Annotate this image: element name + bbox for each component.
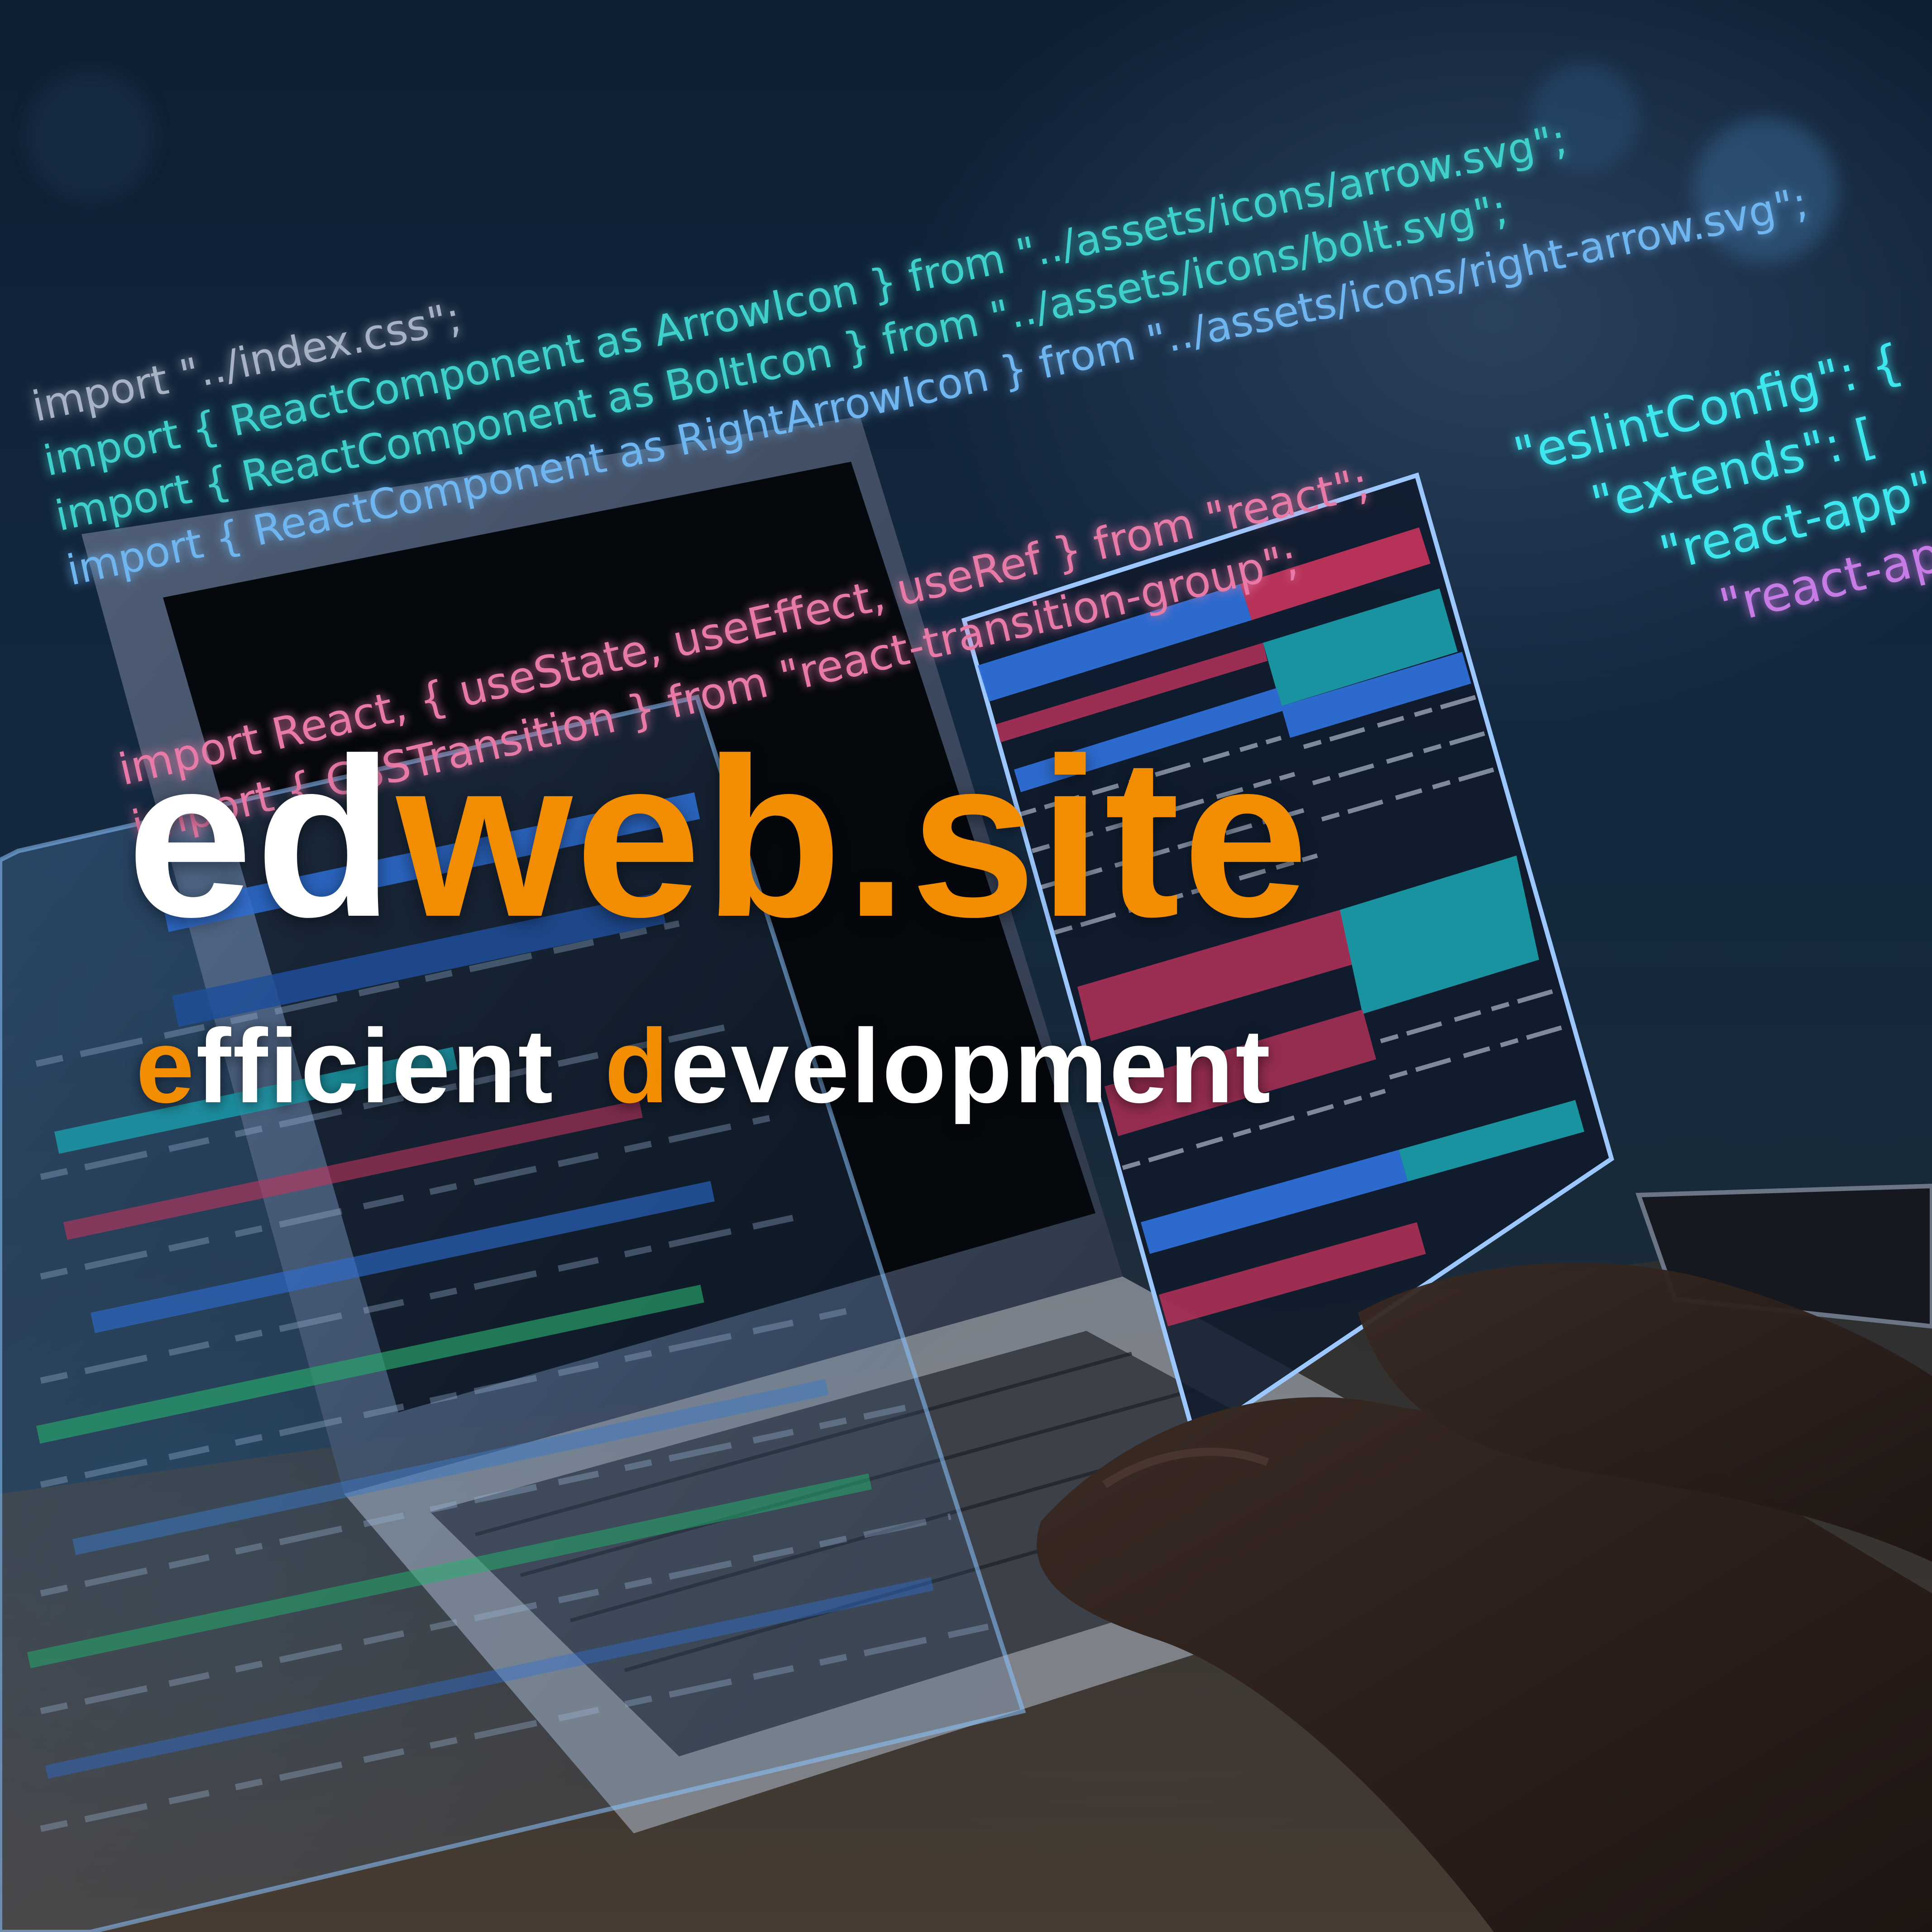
- logo-part-site: site: [910, 711, 1311, 964]
- logo-dot: .: [844, 711, 910, 964]
- tagline-d-initial: d: [604, 1008, 671, 1125]
- tagline-e-initial: e: [136, 1008, 196, 1125]
- tagline-development-rest: evelopment: [670, 1008, 1272, 1125]
- tagline: efficient development: [136, 1014, 1272, 1119]
- logo-part-web: web: [396, 711, 845, 964]
- tagline-efficient-rest: fficient: [196, 1008, 555, 1125]
- logo-wordmark: edweb.site: [127, 724, 1311, 951]
- logo-part-ed: ed: [127, 711, 397, 964]
- poster: import "../index.css"; import { ReactCom…: [0, 0, 1932, 1932]
